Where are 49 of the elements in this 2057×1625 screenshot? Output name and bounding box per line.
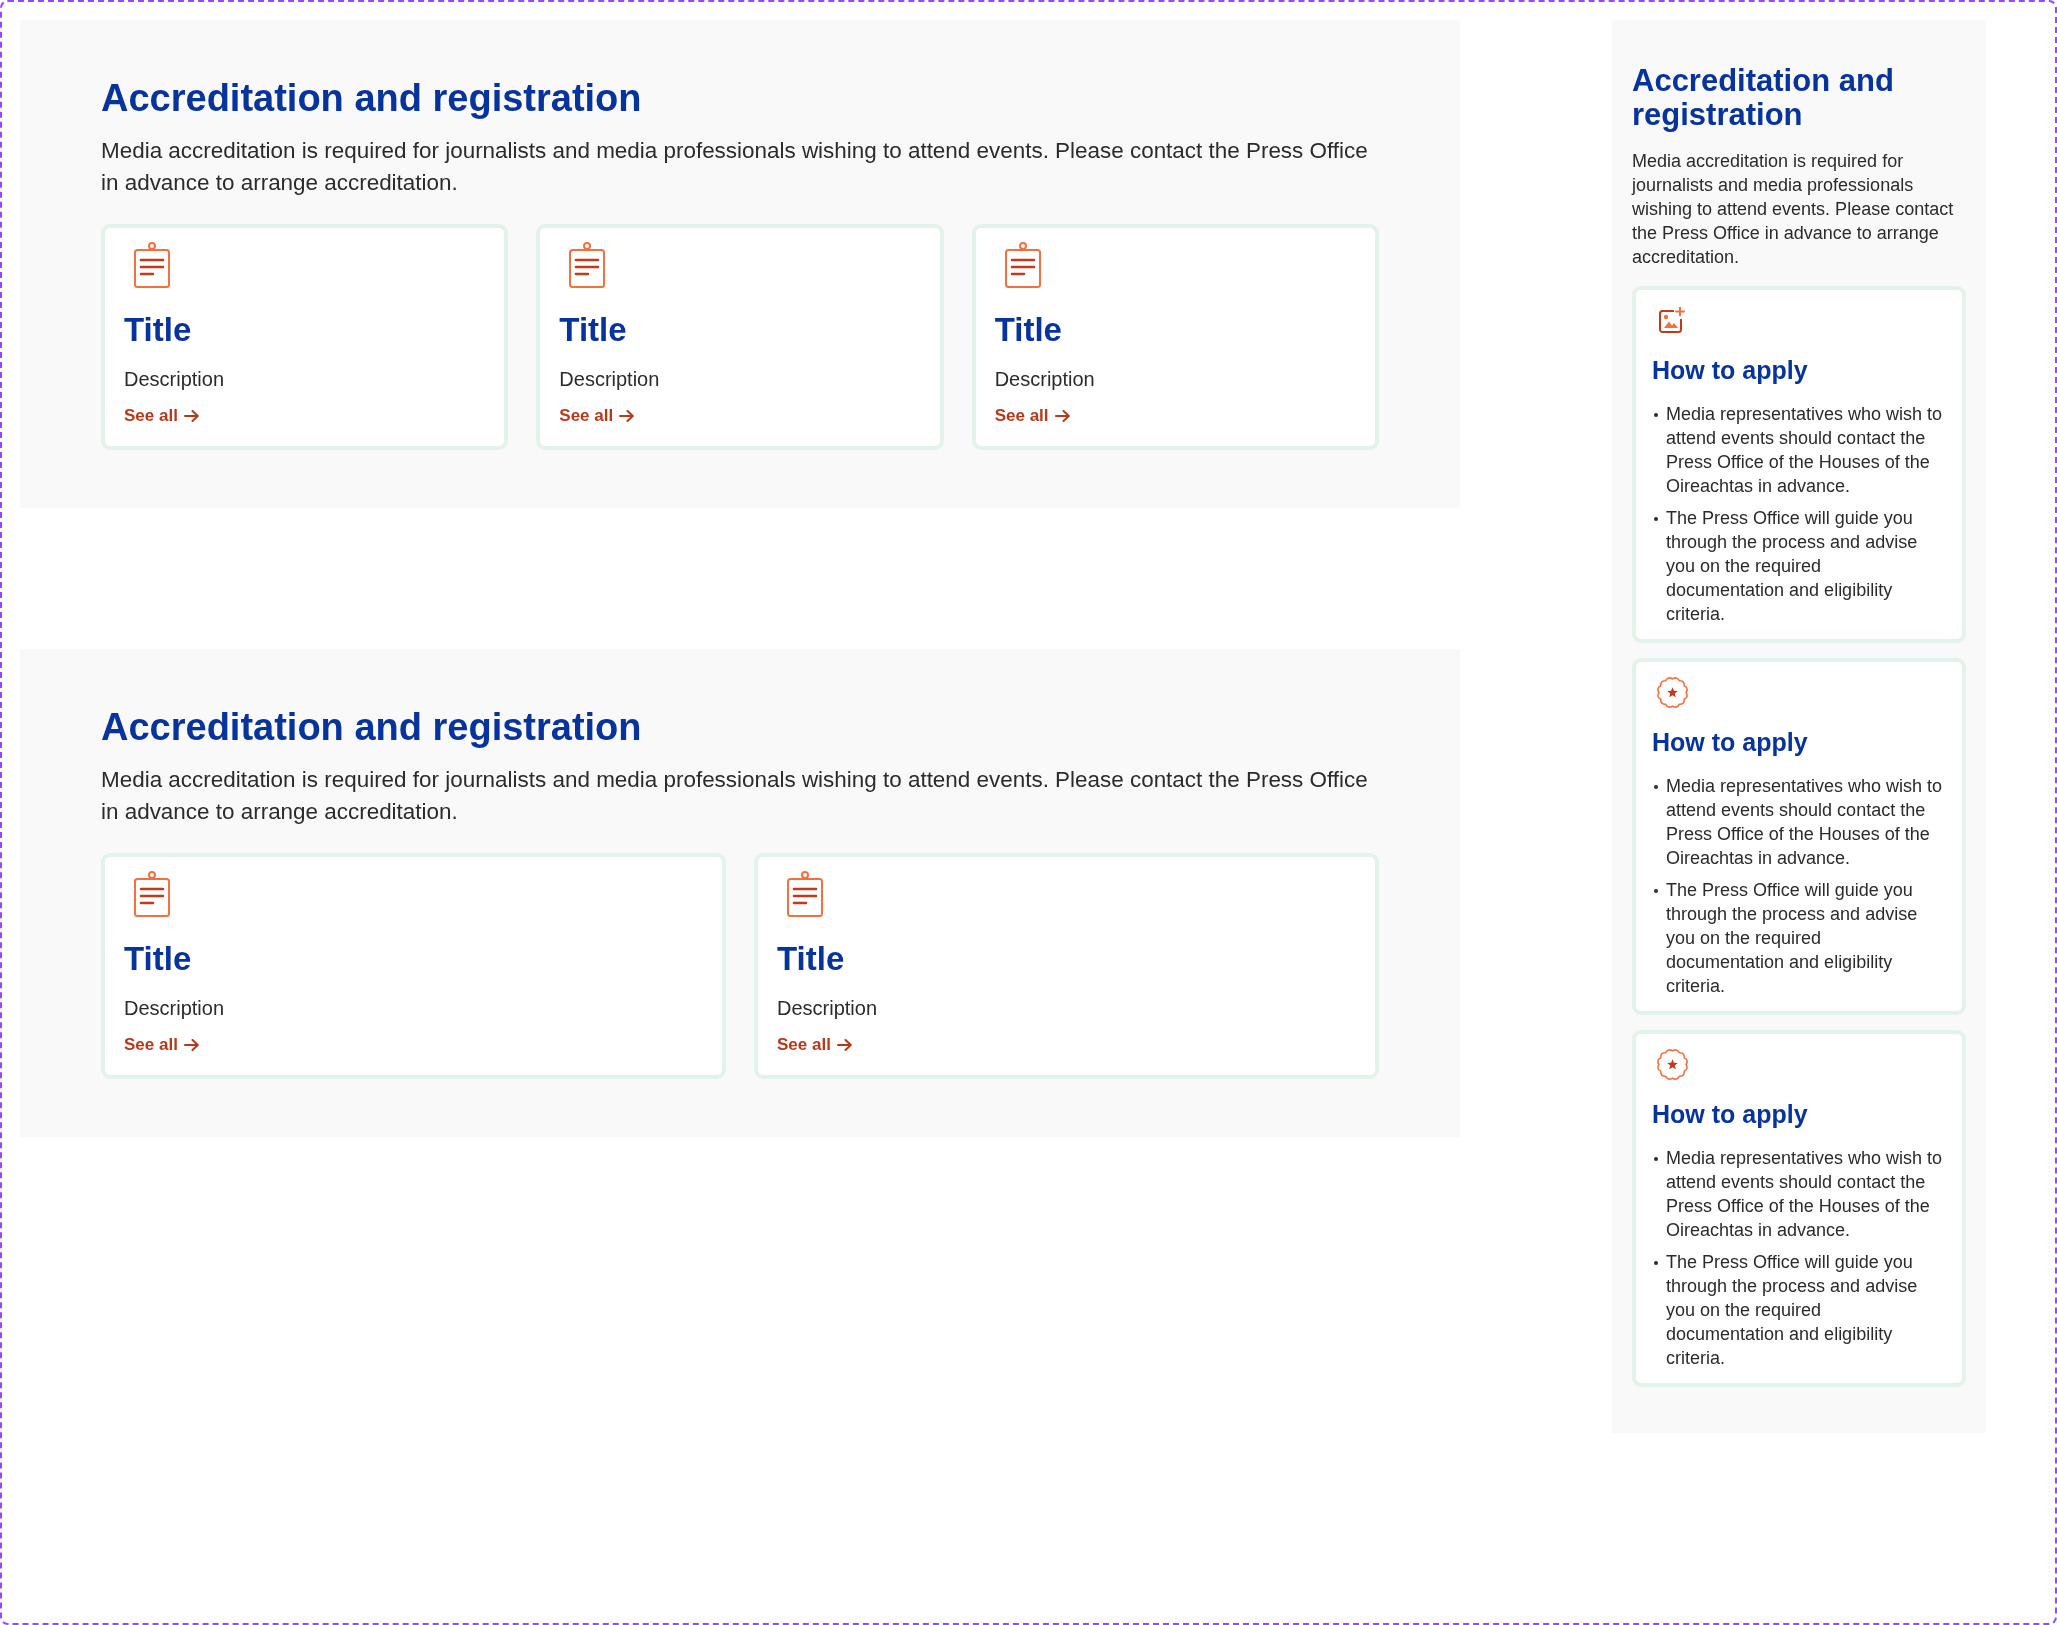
card-description: Description <box>777 996 878 1021</box>
bullet-icon <box>1654 1261 1658 1265</box>
card-title: Title <box>124 939 192 979</box>
bullet-text: Media representatives who wish to attend events should contact the Press Office of the Houses of the Oireachtas in advance. <box>1666 775 1944 870</box>
card-title: Title <box>124 310 192 350</box>
see-all-link[interactable]: See all <box>559 405 635 427</box>
bullet-text: The Press Office will guide you through the process and advise you on the required documentation and eligibility criteria. <box>1666 1251 1919 1370</box>
section-text: Media accreditation is required for journalists and media professionals wishing to attend events. Please contact the Press Office in advance to arrange accreditation. <box>101 766 1369 826</box>
star-badge-icon <box>1654 674 1690 710</box>
clipboard-icon <box>1004 242 1041 288</box>
star-badge-icon <box>1654 1046 1690 1082</box>
see-all-link[interactable]: See all <box>124 405 199 427</box>
clipboard-icon <box>787 871 823 917</box>
card-title: How to apply <box>1652 355 1809 386</box>
sidebar-text: Media accreditation is required for journalists and media professionals wishing to attend events. Please contact the Press Office in advance to arrange accreditation. <box>1632 150 1955 269</box>
card-description: Description <box>994 367 1095 392</box>
clipboard-icon <box>134 242 170 288</box>
bullet-icon <box>1654 413 1658 417</box>
arrow-right-icon <box>619 410 635 422</box>
bullet-text: Media representatives who wish to attend events should contact the Press Office of the Houses of the Oireachtas in advance. <box>1666 403 1944 498</box>
see-all-link[interactable]: See all <box>777 1034 852 1056</box>
section-text: Media accreditation is required for journalists and media professionals wishing to attend events. Please contact the Press Office in advance to arrange accreditation. <box>101 137 1369 197</box>
bullet-icon <box>1654 785 1658 789</box>
card-title: How to apply <box>1652 1099 1809 1130</box>
arrow-right-icon <box>1054 410 1070 422</box>
image-plus-icon <box>1659 307 1685 333</box>
bullet-text: The Press Office will guide you through the process and advise you on the required documentation and eligibility criteria. <box>1666 507 1919 626</box>
sidebar-heading: Accreditation and registration <box>1632 64 1895 132</box>
arrow-right-icon <box>183 1039 199 1051</box>
bullet-text: Media representatives who wish to attend events should contact the Press Office of the Houses of the Oireachtas in advance. <box>1666 1147 1944 1242</box>
see-all-link[interactable]: See all <box>994 405 1070 427</box>
bullet-icon <box>1654 517 1658 521</box>
bullet-icon <box>1654 1157 1658 1161</box>
section-heading: Accreditation and registration <box>101 705 643 750</box>
arrow-right-icon <box>183 410 199 422</box>
bullet-icon <box>1654 889 1658 893</box>
clipboard-icon <box>569 242 606 288</box>
card-title: Title <box>559 310 627 350</box>
section-heading: Accreditation and registration <box>101 76 643 121</box>
card-description: Description <box>124 996 225 1021</box>
clipboard-icon <box>134 871 170 917</box>
bullet-text: The Press Office will guide you through the process and advise you on the required documentation and eligibility criteria. <box>1666 879 1919 998</box>
card-description: Description <box>124 367 225 392</box>
see-all-link[interactable]: See all <box>124 1034 199 1056</box>
card-title: Title <box>777 939 845 979</box>
card-title: Title <box>994 310 1062 350</box>
card-description: Description <box>559 367 660 392</box>
card-title: How to apply <box>1652 727 1809 758</box>
arrow-right-icon <box>836 1039 852 1051</box>
